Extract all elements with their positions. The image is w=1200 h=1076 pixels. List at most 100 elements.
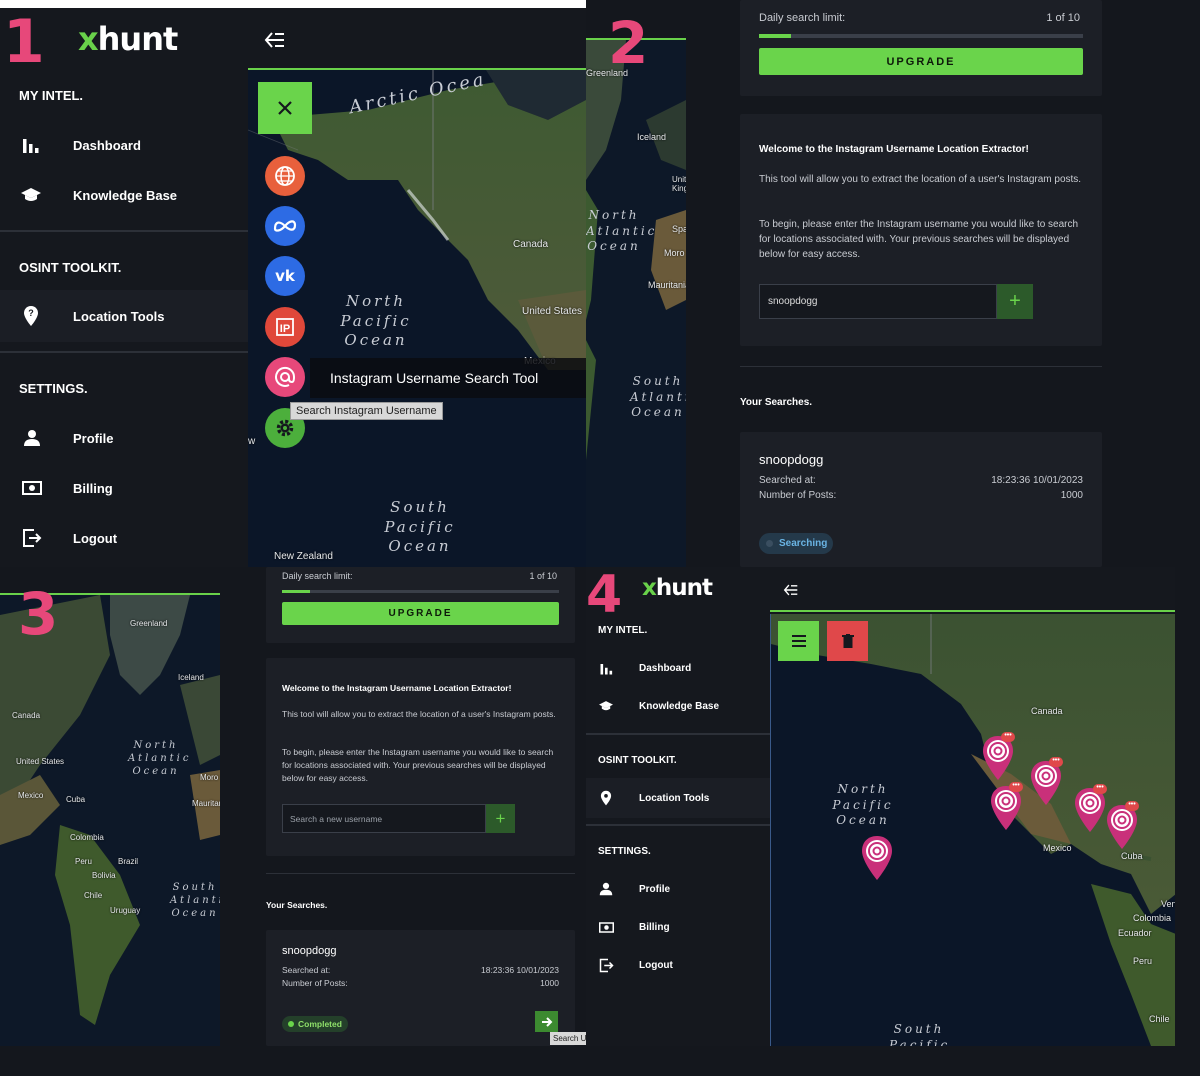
sidebar-item-label: Knowledge Base bbox=[73, 187, 178, 203]
sidebar-item-profile[interactable]: Profile bbox=[0, 423, 248, 453]
view-results-button[interactable] bbox=[535, 1011, 558, 1032]
collapse-sidebar-icon[interactable] bbox=[783, 583, 799, 602]
brand-mark: x bbox=[78, 20, 99, 58]
map-label-peru: Peru bbox=[75, 857, 92, 866]
sidebar-item-label: Dashboard bbox=[73, 137, 141, 153]
brand-logo[interactable]: xhunt bbox=[642, 575, 713, 601]
add-search-button[interactable]: + bbox=[486, 804, 515, 833]
trash-icon bbox=[841, 634, 854, 648]
sidebar-item-logout[interactable]: Logout bbox=[0, 523, 248, 553]
close-menu-button[interactable] bbox=[258, 82, 312, 134]
search-card[interactable]: snoopdogg Searched at: 18:23:36 10/01/20… bbox=[266, 930, 575, 1046]
panel-3: Greenland Iceland Canada United States M… bbox=[0, 567, 586, 1046]
collapse-sidebar-icon[interactable] bbox=[264, 30, 286, 55]
welcome-title: Welcome to the Instagram Username Locati… bbox=[282, 683, 512, 693]
limit-card: Daily search limit: 1 of 10 UPGRADE bbox=[266, 567, 575, 643]
panel-2: Greenland Iceland United Kingdom Spa Mor… bbox=[586, 0, 1200, 567]
sidebar-item-knowledge-base[interactable]: Knowledge Base bbox=[0, 180, 248, 210]
map-label-north-pacific: North Pacific Ocean bbox=[832, 782, 894, 828]
panel-number: 3 bbox=[18, 580, 59, 648]
brand-logo[interactable]: xhunt bbox=[78, 20, 178, 58]
tooltip: Search U bbox=[550, 1032, 586, 1045]
sidebar-item-knowledge-base[interactable]: Knowledge Base bbox=[586, 695, 770, 717]
limit-card: Daily search limit: 1 of 10 UPGRADE bbox=[740, 0, 1102, 96]
map-pin-icon: ? bbox=[22, 305, 40, 327]
location-pin[interactable]: ••• bbox=[989, 782, 1023, 832]
globe-button[interactable] bbox=[265, 156, 305, 196]
world-map[interactable]: Arctic Ocea North Pacific Ocean South Pa… bbox=[248, 70, 586, 567]
sidebar-item-billing[interactable]: Billing bbox=[586, 916, 770, 938]
sidebar-item-label: Location Tools bbox=[73, 308, 165, 324]
map-label-morocco: Moro bbox=[200, 773, 219, 782]
hamburger-icon bbox=[791, 635, 806, 647]
vk-button[interactable]: vk bbox=[265, 256, 305, 296]
map-label-chile: Chile bbox=[1149, 1014, 1170, 1024]
location-pin[interactable]: ••• bbox=[1105, 801, 1139, 851]
sidebar: xhunt MY INTEL. Dashboard Knowledge Base… bbox=[586, 567, 770, 1046]
world-map[interactable]: Canada Mexico Cuba Colombia Ecuador Vene… bbox=[770, 614, 1175, 1046]
sidebar-item-dashboard[interactable]: Dashboard bbox=[586, 657, 770, 679]
upgrade-button[interactable]: UPGRADE bbox=[759, 48, 1083, 75]
delete-button[interactable] bbox=[827, 621, 868, 661]
sidebar-item-label: Profile bbox=[639, 883, 671, 895]
upgrade-label: UPGRADE bbox=[388, 608, 453, 619]
meta-icon bbox=[273, 220, 297, 232]
limit-progress bbox=[282, 590, 559, 593]
searched-at-label: Searched at: bbox=[759, 475, 816, 486]
ip-icon: IP bbox=[276, 318, 294, 336]
map-label-chile: Chile bbox=[84, 891, 103, 900]
panel-number: 2 bbox=[608, 9, 649, 77]
meta-button[interactable] bbox=[265, 206, 305, 246]
sidebar-item-logout[interactable]: Logout bbox=[586, 954, 770, 976]
map-label-colombia: Colombia bbox=[70, 833, 104, 842]
tooltip-text: Search Instagram Username bbox=[296, 405, 437, 417]
searched-at-label: Searched at: bbox=[282, 965, 331, 975]
menu-button[interactable] bbox=[778, 621, 819, 661]
logout-icon bbox=[21, 528, 43, 548]
globe-icon bbox=[275, 166, 295, 186]
upgrade-label: UPGRADE bbox=[886, 55, 956, 68]
posts-value: 1000 bbox=[540, 978, 559, 988]
upgrade-button[interactable]: UPGRADE bbox=[282, 602, 559, 625]
brand-name: hunt bbox=[655, 575, 713, 601]
sidebar-item-label: Logout bbox=[639, 959, 673, 971]
map-label-peru: Peru bbox=[1133, 956, 1153, 966]
instagram-search-button[interactable] bbox=[265, 357, 305, 397]
graduation-cap-icon bbox=[20, 185, 42, 205]
panel-number: 1 bbox=[3, 7, 45, 77]
map-label-cuba: Cuba bbox=[1121, 851, 1143, 861]
map-label-south-pacific: South Pacific Ocean bbox=[384, 498, 456, 555]
section-my-intel: MY INTEL. bbox=[19, 88, 84, 103]
add-search-button[interactable]: + bbox=[997, 284, 1033, 319]
tool-label: Instagram Username Search Tool bbox=[310, 358, 586, 398]
welcome-paragraph-1: This tool will allow you to extract the … bbox=[282, 709, 556, 719]
location-pin[interactable]: ••• bbox=[1073, 784, 1107, 834]
plus-icon: + bbox=[1009, 290, 1021, 312]
sidebar-item-billing[interactable]: Billing bbox=[0, 473, 248, 503]
map-label-canada: Canada bbox=[513, 239, 549, 250]
location-pin[interactable] bbox=[860, 834, 894, 882]
divider bbox=[586, 733, 770, 735]
ip-button[interactable]: IP bbox=[265, 307, 305, 347]
username-input[interactable]: Search a new username bbox=[282, 804, 486, 833]
posts-value: 1000 bbox=[1060, 490, 1083, 501]
close-icon bbox=[278, 101, 292, 115]
search-card[interactable]: snoopdogg Searched at: 18:23:36 10/01/20… bbox=[740, 432, 1102, 567]
map-label-mauritania: Mauritania bbox=[648, 280, 686, 290]
sidebar-item-label: Billing bbox=[73, 480, 113, 496]
username-input[interactable]: snoopdogg bbox=[759, 284, 997, 319]
sidebar-item-location-tools[interactable]: ? Location Tools bbox=[0, 301, 248, 331]
vk-icon: vk bbox=[275, 267, 295, 285]
location-pin[interactable]: ••• bbox=[1029, 757, 1063, 807]
map-label-new-zealand: New Zealand bbox=[274, 551, 333, 562]
sidebar-item-dashboard[interactable]: Dashboard bbox=[0, 130, 248, 160]
map-pin-icon bbox=[599, 790, 613, 806]
location-pin[interactable]: ••• bbox=[981, 732, 1015, 782]
your-searches-heading: Your Searches. bbox=[266, 900, 328, 910]
username-input-placeholder: Search a new username bbox=[290, 813, 383, 824]
sidebar-item-label: Logout bbox=[73, 530, 118, 546]
sidebar-item-profile[interactable]: Profile bbox=[586, 878, 770, 900]
map-label-south-atlantic: South Atlantic Ocean bbox=[170, 882, 220, 919]
sidebar-item-location-tools[interactable]: Location Tools bbox=[586, 787, 770, 809]
svg-text:?: ? bbox=[28, 308, 34, 318]
